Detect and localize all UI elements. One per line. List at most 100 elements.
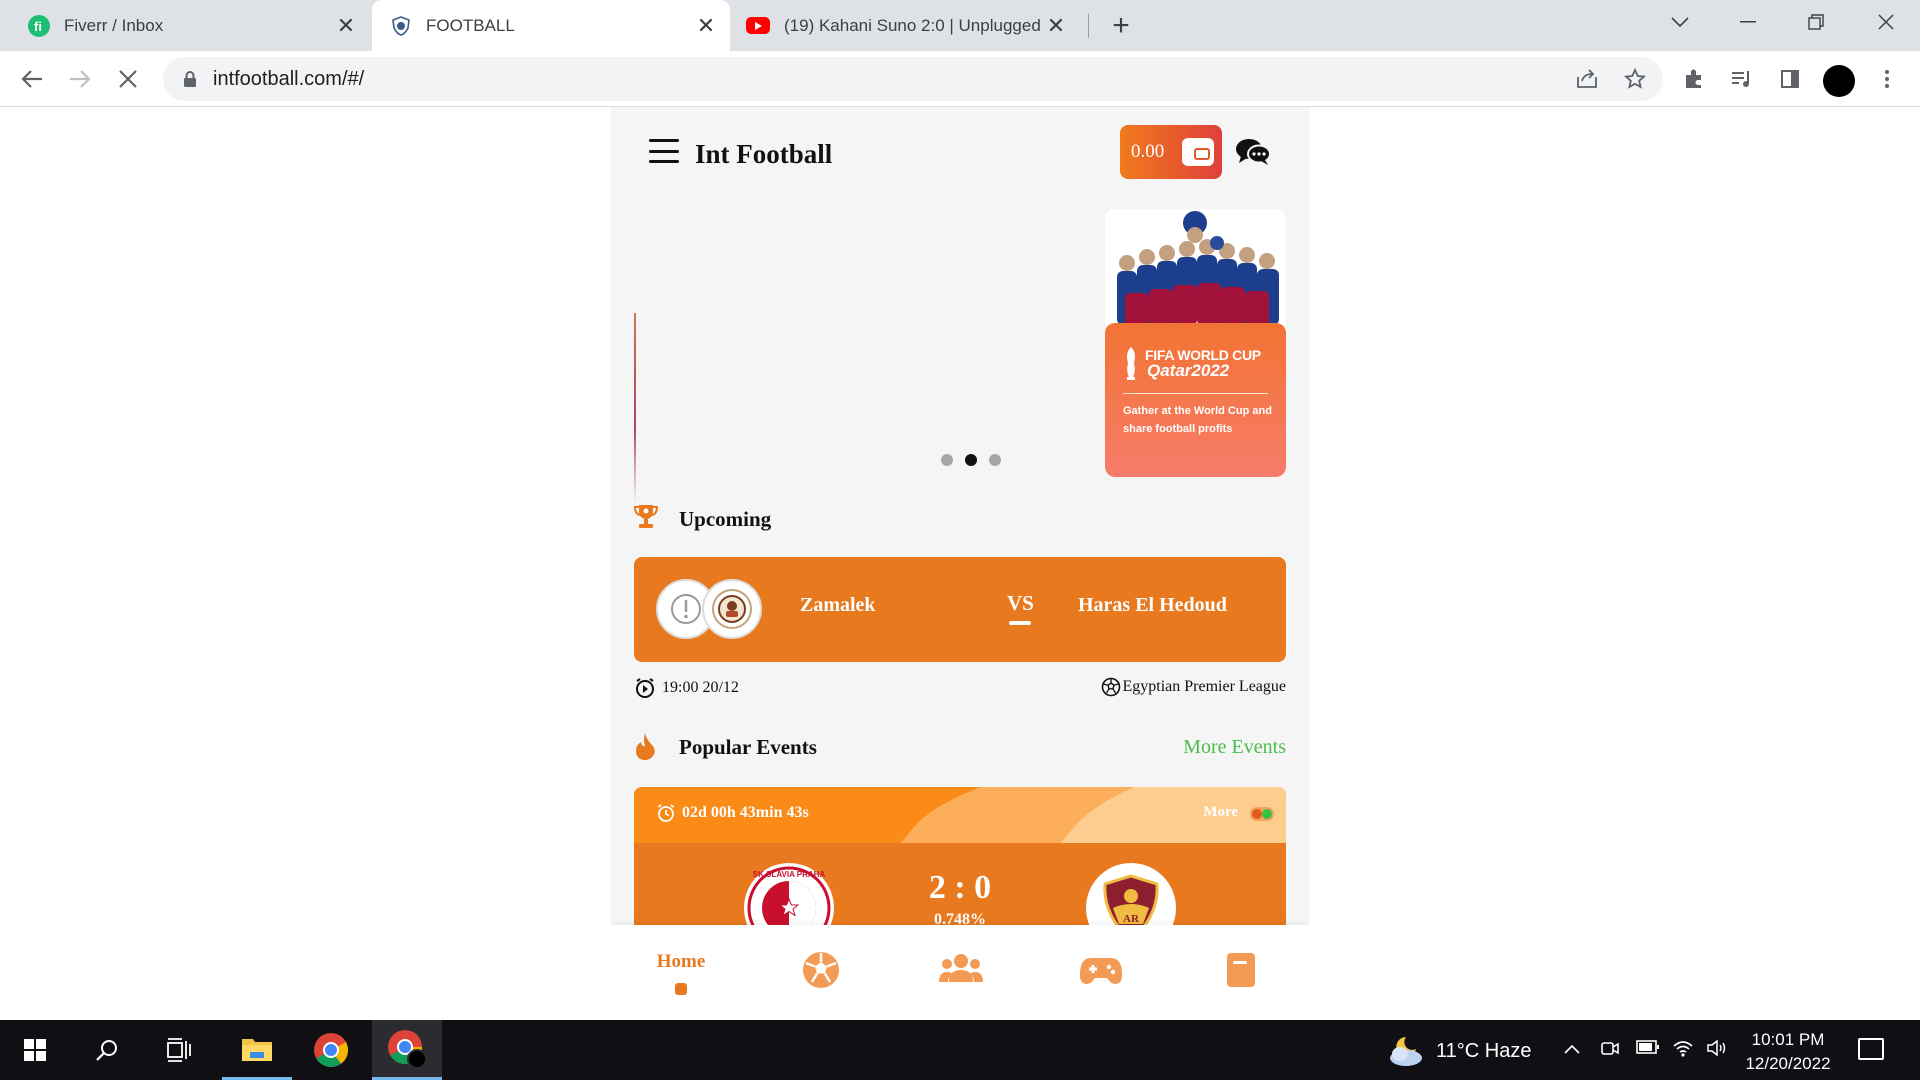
match-meta-row: 19:00 20/12 Egyptian Premier League bbox=[634, 677, 1286, 703]
app-header: Int Football 0.00 bbox=[611, 107, 1309, 197]
close-tab-icon[interactable]: ✕ bbox=[692, 12, 720, 40]
promo-divider bbox=[1123, 393, 1268, 394]
menu-kebab-icon[interactable] bbox=[1873, 65, 1901, 93]
away-team-name: Haras El Hedoud bbox=[1078, 594, 1227, 616]
gamepad-icon bbox=[1079, 954, 1123, 991]
carousel-dot-active[interactable] bbox=[965, 454, 977, 466]
battery-icon[interactable] bbox=[1636, 1038, 1660, 1059]
forward-button[interactable] bbox=[62, 61, 98, 97]
search-icon[interactable] bbox=[72, 1020, 142, 1080]
tab-title: (19) Kahani Suno 2:0 | Unplugged bbox=[784, 15, 1041, 35]
windows-start-button[interactable] bbox=[0, 1020, 70, 1080]
wallet-icon bbox=[1182, 138, 1214, 166]
promo-subheading: Qatar2022 bbox=[1147, 361, 1230, 380]
match-league: Egyptian Premier League bbox=[1101, 677, 1287, 697]
tab-youtube[interactable]: (19) Kahani Suno 2:0 | Unplugged ✕ bbox=[730, 0, 1080, 51]
vs-label: VS bbox=[1007, 591, 1034, 615]
close-window-button[interactable] bbox=[1858, 0, 1914, 44]
event-countdown: 02d 00h 43min 43s bbox=[656, 803, 809, 823]
url-text[interactable]: intfootball.com/#/ bbox=[213, 68, 364, 91]
bookmark-star-icon[interactable] bbox=[1621, 65, 1649, 93]
chrome-icon[interactable] bbox=[296, 1020, 366, 1080]
chrome-profile-icon[interactable] bbox=[372, 1020, 442, 1080]
volume-icon[interactable] bbox=[1706, 1038, 1728, 1063]
file-explorer-icon[interactable] bbox=[222, 1020, 292, 1080]
carousel-dot[interactable] bbox=[941, 454, 953, 466]
system-clock[interactable]: 10:01 PM 12/20/2022 bbox=[1740, 1028, 1836, 1076]
live-toggle-icon[interactable] bbox=[1250, 807, 1274, 821]
brand-title: Int Football bbox=[695, 139, 833, 169]
share-icon[interactable] bbox=[1573, 65, 1601, 93]
upcoming-title: Upcoming bbox=[679, 507, 772, 531]
nav-matches[interactable] bbox=[751, 925, 891, 1020]
countdown-text: 02d 00h 43min 43s bbox=[682, 804, 809, 821]
alarm-clock-icon bbox=[656, 803, 676, 823]
more-events-link[interactable]: More Events bbox=[1183, 736, 1286, 759]
event-score: 2 : 0 bbox=[928, 869, 992, 906]
nav-team[interactable] bbox=[891, 925, 1031, 1020]
new-tab-button[interactable]: + bbox=[1104, 9, 1138, 42]
wallet-balance: 0.00 bbox=[1131, 141, 1165, 162]
trophy-icon bbox=[633, 503, 659, 531]
bottom-navigation: Home bbox=[611, 925, 1309, 1020]
fiverr-icon: fi bbox=[28, 14, 50, 37]
meet-now-icon[interactable] bbox=[1600, 1038, 1620, 1063]
league-name: Egyptian Premier League bbox=[1122, 678, 1287, 695]
tab-search-button[interactable] bbox=[1652, 0, 1708, 44]
nav-records[interactable] bbox=[1171, 925, 1309, 1020]
vs-underline bbox=[1009, 621, 1031, 625]
notifications-icon[interactable] bbox=[1858, 1038, 1884, 1060]
hamburger-menu-icon[interactable] bbox=[649, 139, 679, 163]
wifi-icon[interactable] bbox=[1672, 1038, 1694, 1063]
extensions-icon[interactable] bbox=[1680, 65, 1708, 93]
tab-fiverr[interactable]: fi Fiverr / Inbox ✕ bbox=[8, 0, 370, 51]
document-icon bbox=[1226, 952, 1256, 993]
wallet-button[interactable]: 0.00 bbox=[1120, 125, 1222, 179]
windows-taskbar: 11°C Haze 10:01 PM 12/20/2022 bbox=[0, 1020, 1920, 1080]
nav-home-label: Home bbox=[656, 950, 706, 972]
weather-widget[interactable]: 11°C Haze bbox=[1386, 1034, 1531, 1068]
svg-text:fi: fi bbox=[34, 19, 42, 33]
team-logos bbox=[656, 579, 766, 641]
cloudy-moon-icon bbox=[1386, 1034, 1426, 1068]
flame-drop-icon bbox=[633, 731, 657, 761]
browser-toolbar: intfootball.com/#/ bbox=[0, 51, 1920, 107]
nav-games[interactable] bbox=[1031, 925, 1171, 1020]
address-bar[interactable]: intfootball.com/#/ bbox=[163, 57, 1663, 101]
soccer-ball-icon bbox=[1101, 677, 1121, 697]
weather-text: 11°C Haze bbox=[1436, 1039, 1532, 1062]
close-tab-icon[interactable]: ✕ bbox=[332, 12, 360, 40]
tab-football[interactable]: FOOTBALL ✕ bbox=[372, 0, 730, 51]
side-panel-icon[interactable] bbox=[1776, 65, 1804, 93]
event-more-link[interactable]: More bbox=[1203, 804, 1238, 821]
stop-loading-button[interactable] bbox=[110, 61, 146, 97]
tab-divider bbox=[1088, 14, 1089, 38]
haras-el-hedoud-logo bbox=[702, 579, 762, 639]
task-view-icon[interactable] bbox=[144, 1020, 214, 1080]
alarm-clock-icon bbox=[634, 677, 656, 699]
back-button[interactable] bbox=[14, 61, 50, 97]
media-controls-icon[interactable] bbox=[1728, 65, 1756, 93]
profile-avatar[interactable] bbox=[1823, 65, 1855, 97]
clock-date: 12/20/2022 bbox=[1745, 1054, 1831, 1073]
nav-home[interactable]: Home bbox=[611, 925, 751, 1020]
world-cup-promo-card[interactable]: FIFA WORLD CUP Qatar2022 Gather at the W… bbox=[1105, 209, 1286, 477]
show-hidden-icons-chevron[interactable] bbox=[1564, 1038, 1580, 1059]
promo-description: Gather at the World Cup and share footba… bbox=[1123, 405, 1272, 435]
page-viewport: Int Football 0.00 FIFA WORLD CUP Qatar20… bbox=[0, 107, 1920, 1020]
users-icon bbox=[939, 952, 983, 993]
minimize-button[interactable] bbox=[1720, 0, 1776, 44]
world-cup-trophy-icon bbox=[1123, 345, 1139, 381]
slide-edge bbox=[634, 313, 636, 503]
lock-icon[interactable] bbox=[183, 71, 197, 87]
clock-time: 10:01 PM bbox=[1751, 1030, 1825, 1049]
tab-title: FOOTBALL bbox=[426, 15, 515, 35]
close-tab-icon[interactable]: ✕ bbox=[1042, 12, 1070, 40]
shield-logo-icon bbox=[390, 15, 412, 37]
match-time: 19:00 20/12 bbox=[634, 677, 739, 699]
chat-bubbles-icon[interactable] bbox=[1235, 137, 1271, 167]
upcoming-match-card[interactable]: Zamalek VS Haras El Hedoud bbox=[634, 557, 1286, 662]
carousel-dot[interactable] bbox=[989, 454, 1001, 466]
event-card-header: 02d 00h 43min 43s More bbox=[634, 787, 1286, 843]
restore-button[interactable] bbox=[1788, 0, 1844, 44]
